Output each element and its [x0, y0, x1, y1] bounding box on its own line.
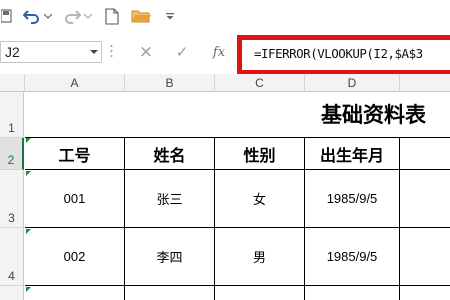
formula-bar: J2 × ✓ fx =IFERROR(VLOOKUP(I2,$A$3	[0, 34, 450, 75]
undo-icon[interactable]	[22, 4, 42, 28]
function-icon: fx	[212, 44, 226, 60]
cancel-glyph: ×	[138, 42, 154, 62]
cell-b3[interactable]: 张三	[125, 170, 215, 228]
row-header-1[interactable]: 1	[0, 92, 24, 138]
name-box-dropdown-icon[interactable]	[90, 48, 98, 56]
header-cell-birthdate[interactable]: 出生年月	[305, 138, 400, 170]
cell-a3[interactable]: 001	[25, 170, 125, 228]
sheet-title: 基础资料表	[321, 103, 426, 127]
insert-function-button[interactable]: fx	[209, 42, 229, 62]
save-icon[interactable]	[0, 4, 14, 28]
cell-c3[interactable]: 女	[215, 170, 305, 228]
redo-dropdown-icon[interactable]	[83, 4, 93, 28]
cell-b5[interactable]	[125, 286, 215, 300]
worksheet-grid[interactable]: A B C D 1 2 3 4 基础资料表 工号 姓名 性别 出生年月 001 …	[0, 74, 450, 300]
new-document-icon[interactable]	[103, 4, 121, 28]
enter-icon[interactable]: ✓	[172, 42, 192, 62]
enter-glyph: ✓	[175, 43, 189, 61]
header-cell-name[interactable]: 姓名	[125, 138, 215, 170]
customize-toolbar-icon[interactable]	[164, 4, 176, 28]
error-indicator-icon[interactable]	[26, 287, 31, 292]
formula-text: =IFERROR(VLOOKUP(I2,$A$3	[254, 46, 423, 61]
cell-c4[interactable]: 男	[215, 228, 305, 286]
error-indicator-icon[interactable]	[26, 171, 31, 176]
error-indicator-icon[interactable]	[26, 229, 31, 234]
open-folder-icon[interactable]	[130, 4, 152, 28]
header-cell-id[interactable]: 工号	[25, 138, 125, 170]
cell-d4[interactable]: 1985/9/5	[305, 228, 400, 286]
header-cell-e[interactable]	[400, 138, 450, 170]
row-header-2[interactable]: 2	[0, 138, 24, 170]
select-all-corner[interactable]	[0, 74, 25, 92]
cell-c5[interactable]	[215, 286, 305, 300]
row-header-5[interactable]	[0, 286, 24, 300]
row-header-3[interactable]: 3	[0, 170, 24, 228]
name-box-value: J2	[5, 44, 20, 60]
formula-input[interactable]: =IFERROR(VLOOKUP(I2,$A$3	[237, 35, 450, 75]
header-cell-gender[interactable]: 性别	[215, 138, 305, 170]
grip-dots-icon	[110, 45, 113, 57]
error-indicator-icon[interactable]	[26, 138, 31, 143]
name-box[interactable]: J2	[0, 41, 102, 63]
cancel-icon[interactable]: ×	[136, 42, 156, 62]
undo-dropdown-icon[interactable]	[43, 4, 53, 28]
cell-d5[interactable]	[305, 286, 400, 300]
cell-a5[interactable]	[25, 286, 125, 300]
cell-e4[interactable]	[400, 228, 450, 286]
redo-icon[interactable]	[62, 4, 82, 28]
cell-d3[interactable]: 1985/9/5	[305, 170, 400, 228]
cell-b4[interactable]: 李四	[125, 228, 215, 286]
row-header-4[interactable]: 4	[0, 228, 24, 286]
cell-a4[interactable]: 002	[25, 228, 125, 286]
quick-access-toolbar	[0, 0, 450, 34]
cell-e3[interactable]	[400, 170, 450, 228]
